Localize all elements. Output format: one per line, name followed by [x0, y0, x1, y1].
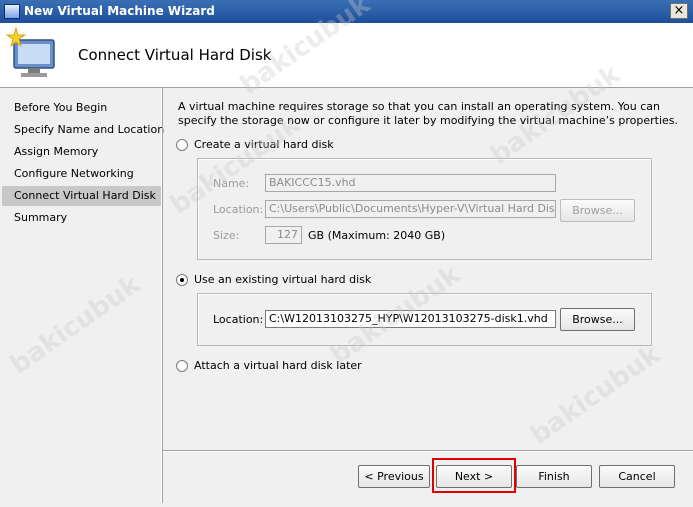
create-browse-button[interactable]: Browse... — [560, 199, 635, 222]
nav-item-configure-networking[interactable]: Configure Networking — [2, 164, 161, 184]
nav-item-specify-name-location[interactable]: Specify Name and Location — [2, 120, 164, 140]
page-title: Connect Virtual Hard Disk — [78, 46, 272, 64]
window-app-icon — [4, 4, 20, 19]
wizard-header: Connect Virtual Hard Disk — [0, 23, 693, 88]
next-button-highlight — [432, 458, 516, 493]
cancel-button[interactable]: Cancel — [599, 465, 675, 488]
existing-browse-button[interactable]: Browse... — [560, 308, 635, 331]
close-button[interactable]: × — [670, 3, 688, 19]
vhd-size-field[interactable]: 127 — [265, 226, 302, 244]
page-description: A virtual machine requires storage so th… — [178, 100, 678, 127]
vhd-name-label: Name: — [213, 177, 250, 190]
nav-item-summary[interactable]: Summary — [2, 208, 161, 228]
nav-item-connect-virtual-hard-disk[interactable]: Connect Virtual Hard Disk — [2, 186, 161, 206]
vhd-name-field[interactable]: BAKICCC15.vhd — [265, 174, 556, 192]
create-vhd-radio[interactable] — [176, 139, 188, 151]
close-icon: × — [673, 3, 685, 18]
vhd-location-label: Location: — [213, 203, 264, 216]
existing-vhd-label[interactable]: Use an existing virtual hard disk — [194, 273, 371, 286]
virtual-machine-wizard-icon — [6, 26, 55, 77]
existing-location-label: Location: — [213, 313, 264, 326]
nav-item-before-you-begin[interactable]: Before You Begin — [2, 98, 161, 118]
title-bar: New Virtual Machine Wizard × — [0, 0, 693, 23]
window-title: New Virtual Machine Wizard — [24, 4, 215, 18]
previous-button[interactable]: < Previous — [358, 465, 430, 488]
attach-later-radio[interactable] — [176, 360, 188, 372]
vhd-location-field[interactable]: C:\Users\Public\Documents\Hyper-V\Virtua… — [265, 200, 556, 218]
footer-divider — [163, 450, 693, 451]
finish-button[interactable]: Finish — [516, 465, 592, 488]
vhd-size-unit: GB (Maximum: 2040 GB) — [308, 229, 446, 242]
wizard-steps-nav: Before You Begin Specify Name and Locati… — [0, 88, 164, 503]
vhd-size-label: Size: — [213, 229, 240, 242]
existing-location-field[interactable]: C:\W12013103275_HYP\W12013103275-disk1.v… — [265, 310, 556, 328]
attach-later-label[interactable]: Attach a virtual hard disk later — [194, 359, 362, 372]
nav-divider — [162, 88, 163, 503]
create-vhd-label[interactable]: Create a virtual hard disk — [194, 138, 334, 151]
existing-vhd-radio[interactable] — [176, 274, 188, 286]
nav-item-assign-memory[interactable]: Assign Memory — [2, 142, 161, 162]
